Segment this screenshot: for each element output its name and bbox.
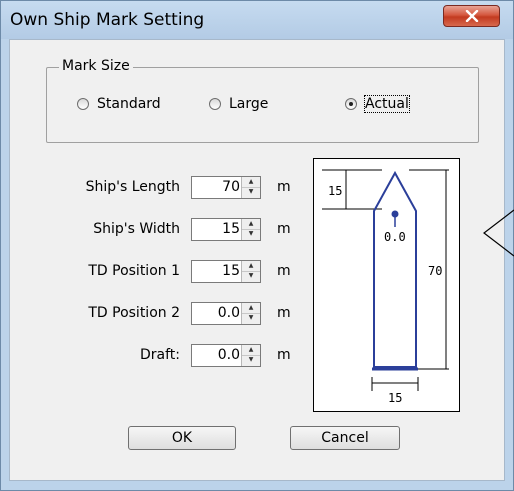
draft-value[interactable]: 0.0	[218, 347, 240, 363]
draft-label: Draft:	[139, 347, 180, 363]
diagram-length: 70	[428, 264, 442, 278]
title-bar[interactable]: Own Ship Mark Setting	[1, 1, 513, 39]
td-position-2-label: TD Position 2	[88, 305, 180, 321]
td-position-1-spin-buttons[interactable]: ▲ ▼	[241, 261, 260, 282]
ship-width-spin-buttons[interactable]: ▲ ▼	[241, 219, 260, 240]
dialog-window: Own Ship Mark Setting Mark Size Standard…	[0, 0, 514, 491]
radio-actual[interactable]: Actual	[345, 95, 410, 113]
radio-label-actual: Actual	[364, 95, 410, 113]
close-icon	[465, 10, 479, 22]
td-position-1-value[interactable]: 15	[222, 263, 240, 279]
ship-width-value[interactable]: 15	[222, 221, 240, 237]
ship-width-stepper[interactable]: 15 ▲ ▼	[191, 218, 261, 241]
spin-down-icon[interactable]: ▼	[242, 355, 260, 365]
ship-width-unit: m	[277, 221, 291, 237]
dialog-client-area: Mark Size Standard Large Actual Ship's L…	[9, 39, 505, 481]
radio-label-standard: Standard	[97, 96, 161, 112]
td-position-marker	[391, 210, 399, 218]
td-position-1-label: TD Position 1	[88, 263, 180, 279]
draft-unit: m	[277, 347, 291, 363]
ship-length-unit: m	[277, 179, 291, 195]
radio-selected-dot	[349, 102, 353, 106]
td-position-2-spin-buttons[interactable]: ▲ ▼	[241, 303, 260, 324]
ship-diagram-svg: 15 0.0 70 15	[322, 169, 449, 405]
close-button[interactable]	[443, 5, 500, 27]
td-position-2-value[interactable]: 0.0	[218, 305, 240, 321]
mark-size-legend: Mark Size	[59, 58, 133, 74]
td-position-2-stepper[interactable]: 0.0 ▲ ▼	[191, 302, 261, 325]
diagram-td-position: 0.0	[384, 230, 406, 244]
td-position-1-unit: m	[277, 263, 291, 279]
spin-down-icon[interactable]: ▼	[242, 229, 260, 239]
draft-stepper[interactable]: 0.0 ▲ ▼	[191, 344, 261, 367]
ok-button[interactable]: OK	[128, 426, 236, 450]
diagram-width: 15	[388, 391, 402, 405]
td-position-1-stepper[interactable]: 15 ▲ ▼	[191, 260, 261, 283]
draft-spin-buttons[interactable]: ▲ ▼	[241, 345, 260, 366]
ship-mark-diagram: 15 0.0 70 15	[313, 158, 460, 412]
radio-label-large: Large	[229, 96, 269, 112]
radio-large[interactable]: Large	[209, 96, 268, 112]
window-title: Own Ship Mark Setting	[10, 10, 205, 30]
ship-length-stepper[interactable]: 70 ▲ ▼	[191, 176, 261, 199]
diagram-bow-length: 15	[328, 184, 342, 198]
radio-circle-actual[interactable]	[345, 98, 357, 110]
radio-circle-large[interactable]	[209, 98, 221, 110]
radio-standard[interactable]: Standard	[77, 96, 161, 112]
td-position-2-unit: m	[277, 305, 291, 321]
spin-down-icon[interactable]: ▼	[242, 187, 260, 197]
ship-length-label: Ship's Length	[85, 179, 180, 195]
ship-length-spin-buttons[interactable]: ▲ ▼	[241, 177, 260, 198]
ship-length-value[interactable]: 70	[222, 179, 240, 195]
mark-size-group: Mark Size Standard Large Actual	[46, 58, 479, 143]
ship-outline	[373, 170, 417, 368]
radio-circle-standard[interactable]	[77, 98, 89, 110]
cancel-button[interactable]: Cancel	[290, 426, 400, 450]
ship-width-label: Ship's Width	[93, 221, 180, 237]
spin-down-icon[interactable]: ▼	[242, 271, 260, 281]
callout-pointer-icon	[483, 209, 514, 257]
spin-down-icon[interactable]: ▼	[242, 313, 260, 323]
